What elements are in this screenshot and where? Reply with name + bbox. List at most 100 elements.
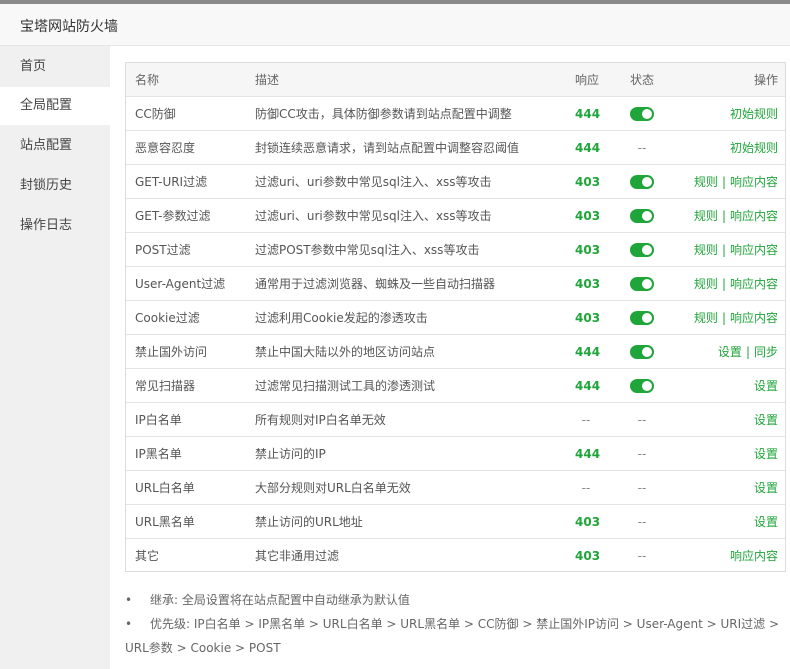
- status-toggle[interactable]: [630, 209, 654, 223]
- table-row: Cookie过滤 过滤利用Cookie发起的渗透攻击 403 规则 | 响应内容: [126, 301, 785, 335]
- rule-name: IP白名单: [135, 413, 182, 427]
- rule-description: 封锁连续恶意请求，请到站点配置中调整容忍阈值: [255, 141, 520, 155]
- toggle-knob: [642, 313, 652, 323]
- op-link[interactable]: 初始规则: [730, 141, 778, 155]
- operations: 设置: [754, 471, 778, 505]
- response-code: 444: [575, 447, 601, 461]
- rule-description: 过滤利用Cookie发起的渗透攻击: [255, 311, 428, 325]
- status-cell: [630, 369, 654, 403]
- status-text: --: [637, 447, 647, 461]
- response-code: 403: [575, 243, 601, 257]
- toggle-knob: [642, 109, 652, 119]
- operations: 规则 | 响应内容: [694, 267, 778, 301]
- op-link[interactable]: 响应内容: [730, 175, 778, 189]
- status-toggle[interactable]: [630, 379, 654, 393]
- op-link[interactable]: 初始规则: [730, 107, 778, 121]
- response-code: 403: [575, 209, 601, 223]
- operations: 规则 | 响应内容: [694, 233, 778, 267]
- op-link[interactable]: 设置: [754, 515, 778, 529]
- table-header: 名称 描述 响应 状态 操作: [126, 63, 785, 97]
- sidebar-item-block-history[interactable]: 封锁历史: [0, 167, 110, 205]
- operations: 初始规则: [730, 97, 778, 131]
- rule-name: IP黑名单: [135, 447, 182, 461]
- header-status: 状态: [630, 73, 655, 87]
- op-link[interactable]: 规则: [694, 175, 718, 189]
- operations: 设置: [754, 403, 778, 437]
- response-code: 444: [575, 379, 601, 393]
- rule-name: Cookie过滤: [135, 311, 200, 325]
- op-link[interactable]: 规则: [694, 209, 718, 223]
- op-link[interactable]: 响应内容: [730, 549, 778, 563]
- rule-name: GET-参数过滤: [135, 209, 211, 223]
- status-text: --: [637, 515, 647, 529]
- op-link[interactable]: 设置: [754, 481, 778, 495]
- op-link[interactable]: 规则: [694, 277, 718, 291]
- status-cell: [630, 233, 654, 267]
- op-link[interactable]: 设置: [754, 413, 778, 427]
- rule-name: POST过滤: [135, 243, 191, 257]
- status-toggle[interactable]: [630, 243, 654, 257]
- op-link[interactable]: 设置: [754, 447, 778, 461]
- op-link[interactable]: 响应内容: [730, 243, 778, 257]
- response-code: 403: [575, 311, 601, 325]
- toggle-knob: [642, 177, 652, 187]
- response-code: 403: [575, 175, 601, 189]
- status-toggle[interactable]: [630, 345, 654, 359]
- rule-description: 过滤uri、uri参数中常见sql注入、xss等攻击: [255, 175, 492, 189]
- table-row: GET-URI过滤 过滤uri、uri参数中常见sql注入、xss等攻击 403 规则…: [126, 165, 785, 199]
- status-text: --: [637, 141, 647, 155]
- status-text: --: [637, 481, 647, 495]
- response-code: 444: [575, 141, 601, 155]
- rule-name: GET-URI过滤: [135, 175, 208, 189]
- status-toggle[interactable]: [630, 311, 654, 325]
- note-priority-text-cont: URL参数 > Cookie > POST: [125, 641, 281, 655]
- sidebar-item-operation-log[interactable]: 操作日志: [0, 207, 110, 245]
- op-link[interactable]: 响应内容: [730, 311, 778, 325]
- status-text: --: [637, 549, 647, 563]
- operations: 设置: [754, 505, 778, 539]
- table-row: IP黑名单 禁止访问的IP 444 -- 设置: [126, 437, 785, 471]
- op-link[interactable]: 规则: [694, 311, 718, 325]
- sidebar-item-global-config[interactable]: 全局配置: [0, 87, 110, 125]
- table-row: 常见扫描器 过滤常见扫描测试工具的渗透测试 444 设置: [126, 369, 785, 403]
- table-row: POST过滤 过滤POST参数中常见sql注入、xss等攻击 403 规则 | 响应内容: [126, 233, 785, 267]
- op-link[interactable]: 同步: [754, 345, 778, 359]
- op-link[interactable]: 规则: [694, 243, 718, 257]
- header-name: 名称: [135, 73, 160, 87]
- op-link[interactable]: 设置: [718, 345, 742, 359]
- rule-description: 通常用于过滤浏览器、蜘蛛及一些自动扫描器: [255, 277, 496, 291]
- op-separator: |: [721, 209, 726, 223]
- status-toggle[interactable]: [630, 175, 654, 189]
- response-code: 444: [575, 345, 601, 359]
- note-priority-text: 优先级: IP白名单 > IP黑名单 > URL白名单 > URL黑名单 > C…: [150, 617, 780, 631]
- sidebar-item-site-config[interactable]: 站点配置: [0, 127, 110, 165]
- operations: 初始规则: [730, 131, 778, 165]
- bullet-icon: •: [125, 617, 133, 631]
- op-link[interactable]: 响应内容: [730, 209, 778, 223]
- rule-description: 禁止中国大陆以外的地区访问站点: [255, 345, 436, 359]
- rule-description: 禁止访问的URL地址: [255, 515, 363, 529]
- note-inherit-text: 继承: 全局设置将在站点配置中自动继承为默认值: [150, 593, 410, 607]
- toggle-knob: [642, 279, 652, 289]
- rules-table: 名称 描述 响应 状态 操作 CC防御 防御CC攻击，具体防御参数请到站点配置中调…: [125, 62, 786, 572]
- status-toggle[interactable]: [630, 107, 654, 121]
- status-cell: [630, 97, 654, 131]
- rule-name: 其它: [135, 549, 160, 563]
- rule-name: 常见扫描器: [135, 379, 196, 393]
- rule-description: 所有规则对IP白名单无效: [255, 413, 386, 427]
- rule-description: 其它非通用过滤: [255, 549, 340, 563]
- sidebar-item-home[interactable]: 首页: [0, 48, 110, 86]
- rule-name: URL白名单: [135, 481, 195, 495]
- operations: 设置 | 同步: [718, 335, 778, 369]
- rule-name: 恶意容忍度: [135, 141, 196, 155]
- toggle-knob: [642, 347, 652, 357]
- title-bar: 宝塔网站防火墙: [0, 4, 790, 46]
- op-link[interactable]: 响应内容: [730, 277, 778, 291]
- rule-description: 防御CC攻击，具体防御参数请到站点配置中调整: [255, 107, 512, 121]
- operations: 规则 | 响应内容: [694, 301, 778, 335]
- status-toggle[interactable]: [630, 277, 654, 291]
- table-row: CC防御 防御CC攻击，具体防御参数请到站点配置中调整 444 初始规则: [126, 97, 785, 131]
- op-separator: |: [721, 243, 726, 257]
- op-link[interactable]: 设置: [754, 379, 778, 393]
- rule-name: CC防御: [135, 107, 176, 121]
